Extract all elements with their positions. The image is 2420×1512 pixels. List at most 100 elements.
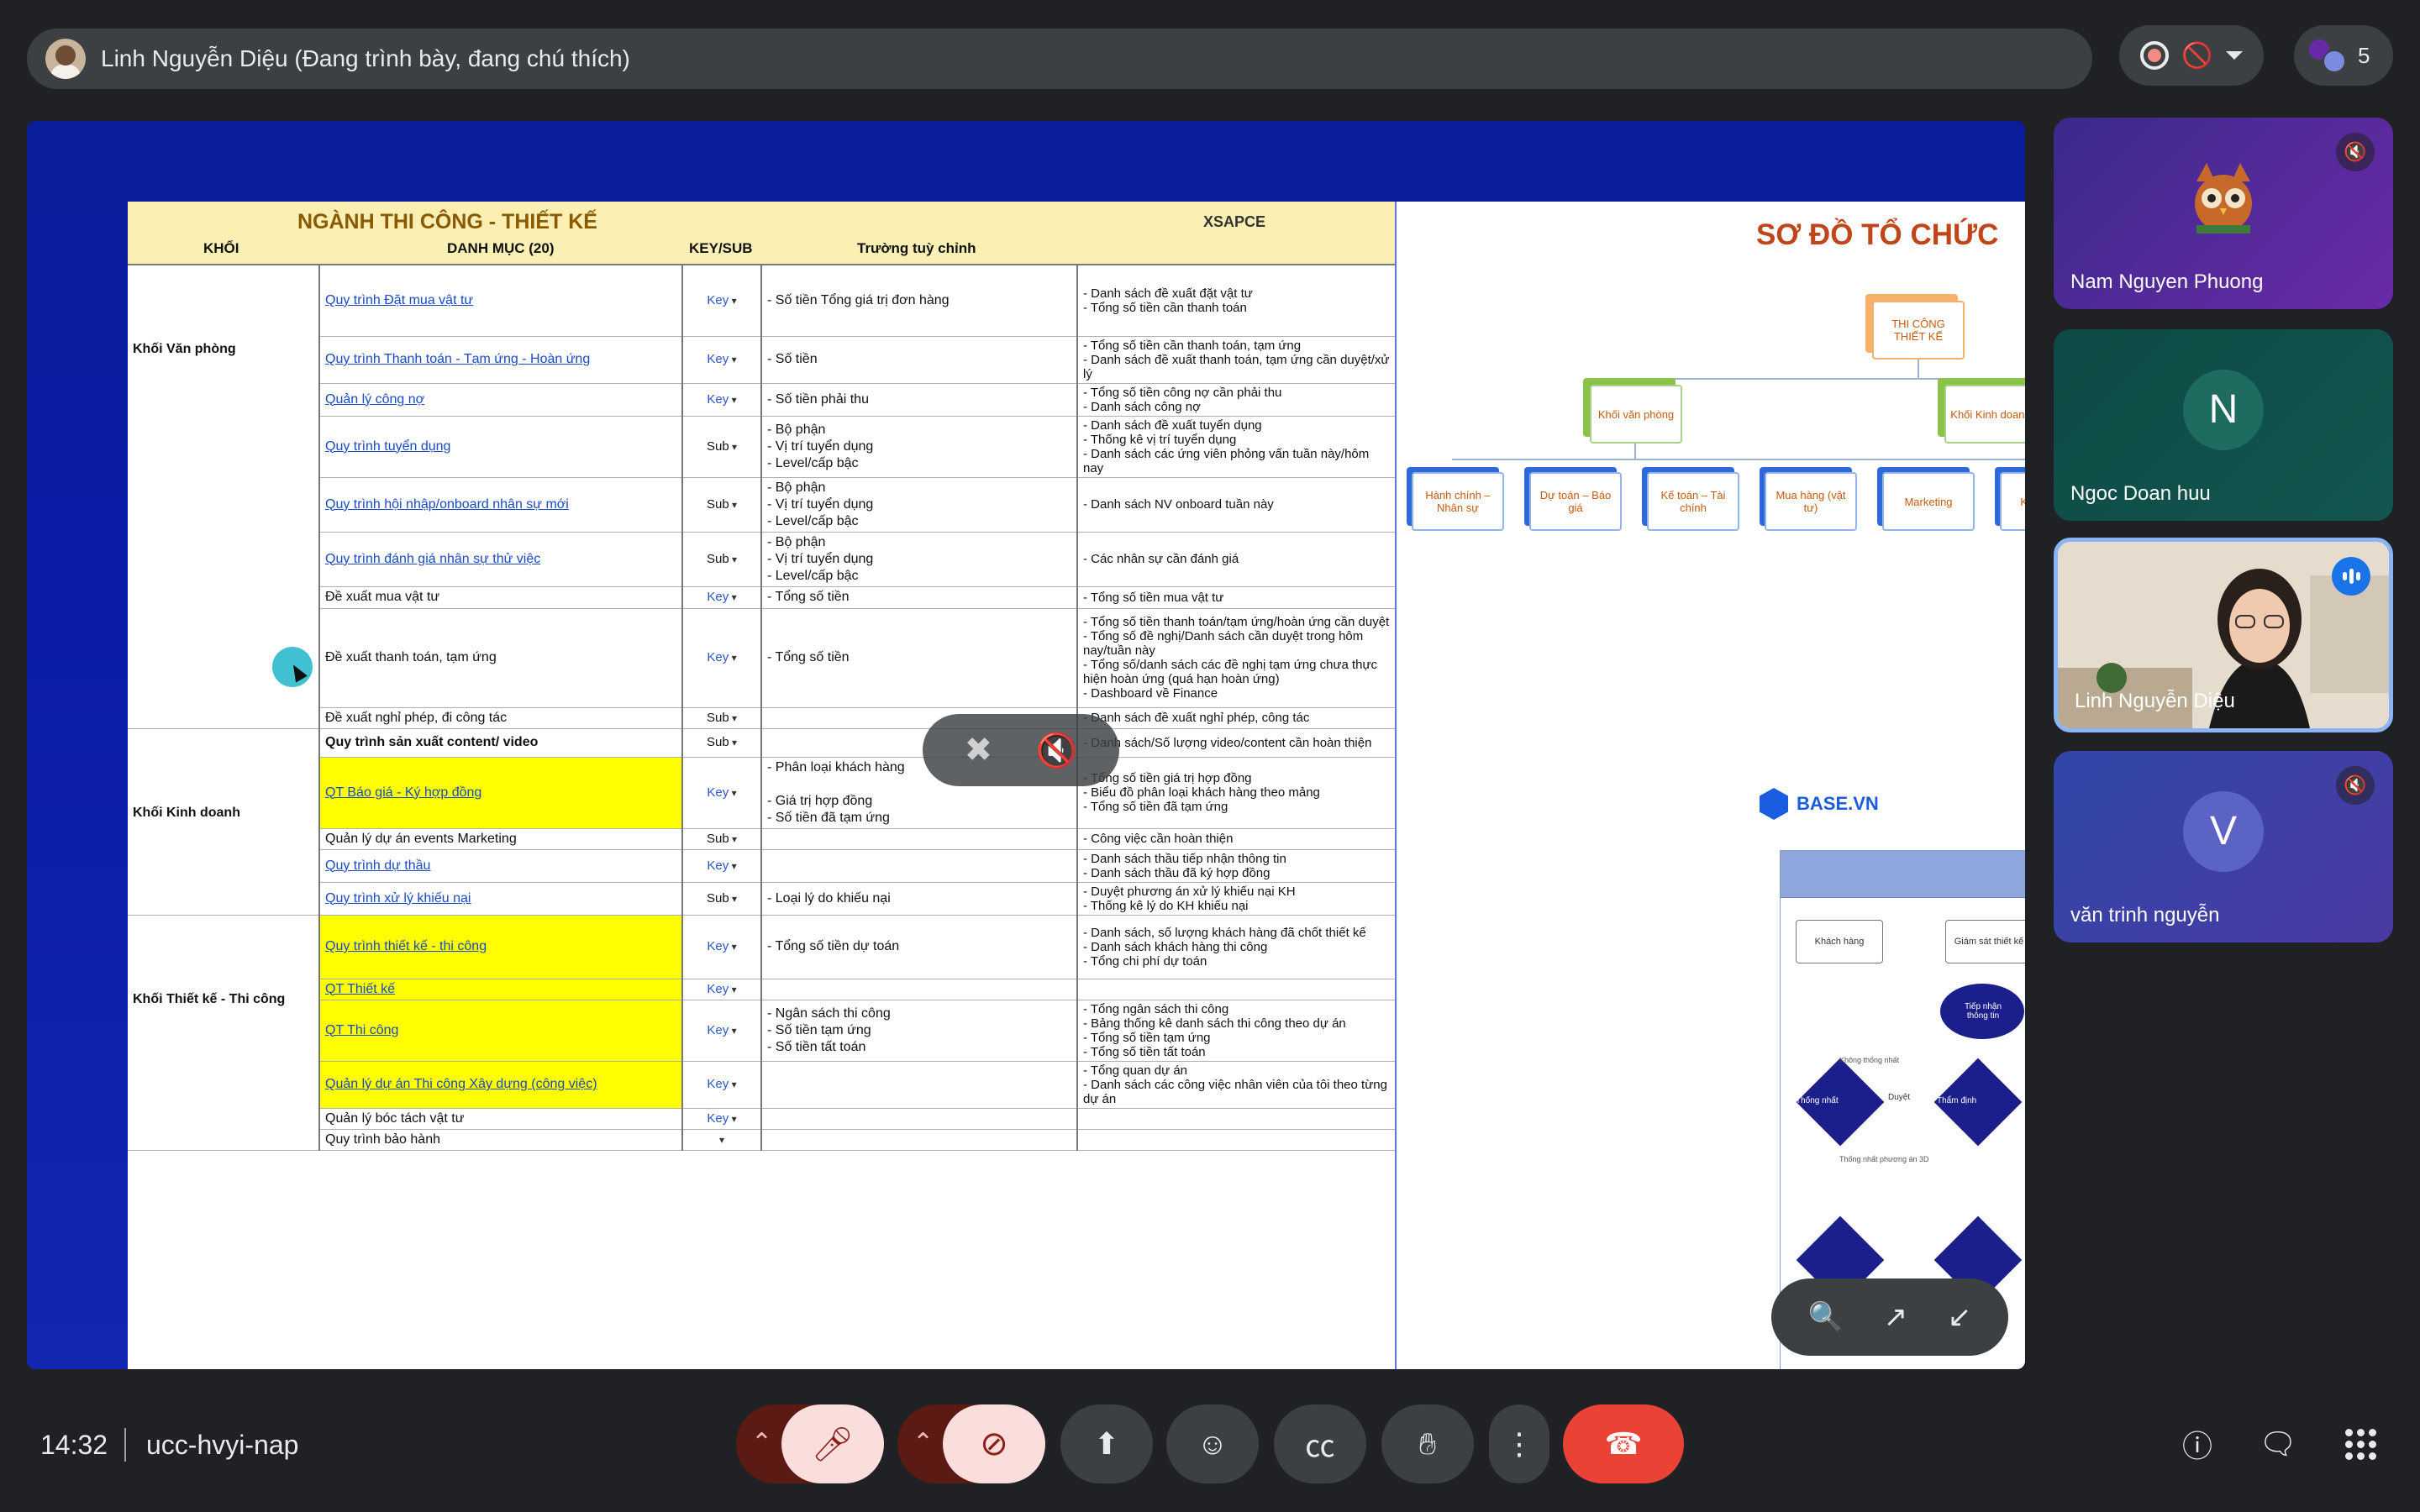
key-sub-cell[interactable]: Sub — [681, 477, 761, 533]
record-icon[interactable] — [2140, 41, 2170, 70]
key-sub-dropdown[interactable]: Sub — [702, 438, 742, 455]
key-sub-cell[interactable]: Sub — [681, 828, 761, 850]
emoji-button[interactable]: ☺ — [1166, 1404, 1259, 1483]
info-icon[interactable]: ⓘ — [2176, 1423, 2218, 1465]
mic-off-icon: 🔇 — [2336, 133, 2375, 171]
key-sub-dropdown[interactable]: Sub — [702, 496, 742, 513]
key-sub-dropdown[interactable]: Sub — [702, 710, 742, 727]
key-sub-cell[interactable]: Key — [681, 608, 761, 708]
key-sub-cell[interactable]: Key — [681, 336, 761, 384]
participant-avatar: V — [2183, 790, 2264, 872]
key-sub-cell[interactable] — [681, 1129, 761, 1151]
process-name-cell[interactable]: Quy trình Thanh toán - Tạm ứng - Hoàn ứn… — [318, 336, 682, 384]
key-sub-cell[interactable]: Sub — [681, 416, 761, 478]
participant-tile[interactable]: 🔇 Nam Nguyen Phuong — [2054, 118, 2393, 309]
key-sub-cell[interactable]: Sub — [681, 532, 761, 587]
key-sub-cell[interactable]: Sub — [681, 707, 761, 729]
key-sub-cell[interactable]: Key — [681, 383, 761, 417]
key-sub-cell[interactable]: Key — [681, 915, 761, 979]
open-in-new-icon[interactable]: ↗ — [1884, 1300, 1908, 1334]
key-sub-cell[interactable]: Sub — [681, 728, 761, 758]
camera-control[interactable]: ⌃ ⊘ — [897, 1404, 1045, 1483]
unpin-icon[interactable]: ✖ — [965, 731, 993, 769]
captions-button[interactable]: ㏄ — [1274, 1404, 1366, 1483]
key-sub-dropdown[interactable]: Key — [702, 1110, 741, 1127]
key-sub-dropdown[interactable]: Key — [702, 785, 741, 801]
block-cell: Khối Thiết kế - Thi công — [128, 915, 319, 1151]
key-sub-dropdown[interactable]: Key — [702, 1022, 741, 1039]
key-sub-dropdown[interactable]: Key — [702, 589, 741, 606]
key-sub-cell[interactable]: Key — [681, 265, 761, 337]
process-name-cell[interactable]: Quy trình đánh giá nhân sự thử việc — [318, 532, 682, 587]
key-sub-dropdown[interactable]: Key — [702, 1076, 741, 1093]
key-sub-cell[interactable]: Key — [681, 757, 761, 829]
key-sub-cell[interactable]: Key — [681, 849, 761, 883]
more-options-button[interactable]: ⋮ — [1489, 1404, 1549, 1483]
participant-tile-active-speaker[interactable]: Linh Nguyễn Diệu — [2054, 538, 2393, 732]
key-sub-cell[interactable]: Sub — [681, 882, 761, 916]
key-sub-cell[interactable]: Key — [681, 1000, 761, 1062]
key-sub-cell[interactable]: Key — [681, 979, 761, 1000]
captions-off-icon[interactable]: 🚫 — [2181, 41, 2212, 71]
org-node-office: Khối văn phòng — [1590, 385, 1682, 444]
key-sub-cell[interactable]: Key — [681, 1061, 761, 1109]
participants-button[interactable]: 5 — [2294, 25, 2393, 86]
process-name-cell[interactable]: QT Thiết kế — [318, 979, 682, 1000]
key-sub-dropdown[interactable]: Key — [702, 938, 741, 955]
apps-icon[interactable] — [2339, 1423, 2381, 1465]
mic-off-icon[interactable]: 🎤︎ — [781, 1404, 884, 1483]
chat-icon[interactable]: 🗨︎ — [2257, 1423, 2299, 1465]
key-sub-cell[interactable]: Key — [681, 1108, 761, 1130]
key-sub-dropdown[interactable]: Key — [702, 649, 741, 666]
microphone-control[interactable]: ⌃ 🎤︎ — [736, 1404, 884, 1483]
process-name-cell[interactable]: Quy trình hội nhập/onboard nhân sự mới — [318, 477, 682, 533]
process-name-cell: Đề xuất mua vật tư — [318, 586, 682, 609]
participant-tile[interactable]: N Ngoc Doan huu — [2054, 329, 2393, 521]
process-name-cell[interactable]: Quy trình xử lý khiếu nại — [318, 882, 682, 916]
chevron-up-icon[interactable]: ⌃ — [913, 1428, 934, 1457]
report-cell: - Tổng số tiền cần thanh toán, tạm ứng -… — [1076, 336, 1395, 384]
process-name-cell[interactable]: QT Thi công — [318, 1000, 682, 1062]
key-sub-cell[interactable]: Key — [681, 586, 761, 609]
org-chart-panel: SƠ ĐỒ TỔ CHỨC THI CÔNG THIẾT KẾ Khối văn… — [1395, 202, 2025, 1369]
org-node-marketing: Marketing — [1882, 472, 1975, 531]
present-button[interactable]: ⬆ — [1060, 1404, 1153, 1483]
key-sub-dropdown[interactable]: Sub — [702, 551, 742, 568]
recording-controls[interactable]: 🚫 — [2119, 25, 2264, 86]
process-name-cell[interactable]: Quản lý dự án Thi công Xây dựng (công vi… — [318, 1061, 682, 1109]
presenter-bar[interactable]: Linh Nguyễn Diệu (Đang trình bày, đang c… — [27, 29, 2092, 89]
chevron-up-icon[interactable]: ⌃ — [751, 1428, 772, 1457]
process-name-cell[interactable]: Quy trình dự thầu — [318, 849, 682, 883]
screen-share-tools[interactable]: 🔍 ↗ ↙ — [1771, 1278, 2008, 1356]
process-name-cell[interactable]: Quy trình thiết kế - thi công — [318, 915, 682, 979]
camera-off-icon[interactable]: ⊘ — [943, 1404, 1045, 1483]
mute-tile-icon[interactable]: 🔇 — [1036, 731, 1078, 770]
custom-field-cell — [760, 828, 1077, 850]
process-name-cell[interactable]: Quản lý công nợ — [318, 383, 682, 417]
chevron-down-icon[interactable] — [2225, 51, 2243, 60]
key-sub-dropdown[interactable]: Sub — [702, 831, 742, 848]
custom-field-cell: - Bộ phận - Vị trí tuyển dụng - Level/cấ… — [760, 416, 1077, 478]
zoom-in-icon[interactable]: 🔍 — [1808, 1300, 1844, 1334]
spreadsheet: NGÀNH THI CÔNG - THIẾT KẾ XSAPCE KHỐI DA… — [128, 202, 1395, 1369]
participant-tile[interactable]: V 🔇 văn trinh nguyễn — [2054, 751, 2393, 942]
key-sub-dropdown[interactable]: Key — [702, 858, 741, 874]
key-sub-dropdown[interactable]: Key — [702, 391, 741, 408]
leave-call-button[interactable]: ☎︎ — [1563, 1404, 1684, 1483]
key-sub-dropdown[interactable]: Key — [702, 981, 741, 998]
custom-field-cell: - Số tiền Tổng giá trị đơn hàng — [760, 265, 1077, 337]
key-sub-dropdown[interactable] — [714, 1131, 729, 1148]
process-name-cell[interactable]: QT Báo giá - Ký hợp đồng — [318, 757, 682, 829]
key-sub-dropdown[interactable]: Key — [702, 351, 741, 368]
tile-hover-controls[interactable]: ✖ 🔇 — [923, 714, 1119, 786]
key-sub-dropdown[interactable]: Key — [702, 292, 741, 309]
shared-screen[interactable]: NGÀNH THI CÔNG - THIẾT KẾ XSAPCE KHỐI DA… — [27, 121, 2025, 1369]
process-name-cell[interactable]: Quy trình Đặt mua vật tư — [318, 265, 682, 337]
block-cell: Khối Kinh doanh — [128, 728, 319, 916]
process-name-cell[interactable]: Quy trình tuyển dụng — [318, 416, 682, 478]
raise-hand-button[interactable]: ✋︎ — [1381, 1404, 1474, 1483]
org-node-purchasing: Mua hàng (vật tư) — [1765, 472, 1857, 531]
collapse-icon[interactable]: ↙ — [1948, 1300, 1972, 1334]
key-sub-dropdown[interactable]: Sub — [702, 890, 742, 907]
key-sub-dropdown[interactable]: Sub — [702, 734, 742, 751]
